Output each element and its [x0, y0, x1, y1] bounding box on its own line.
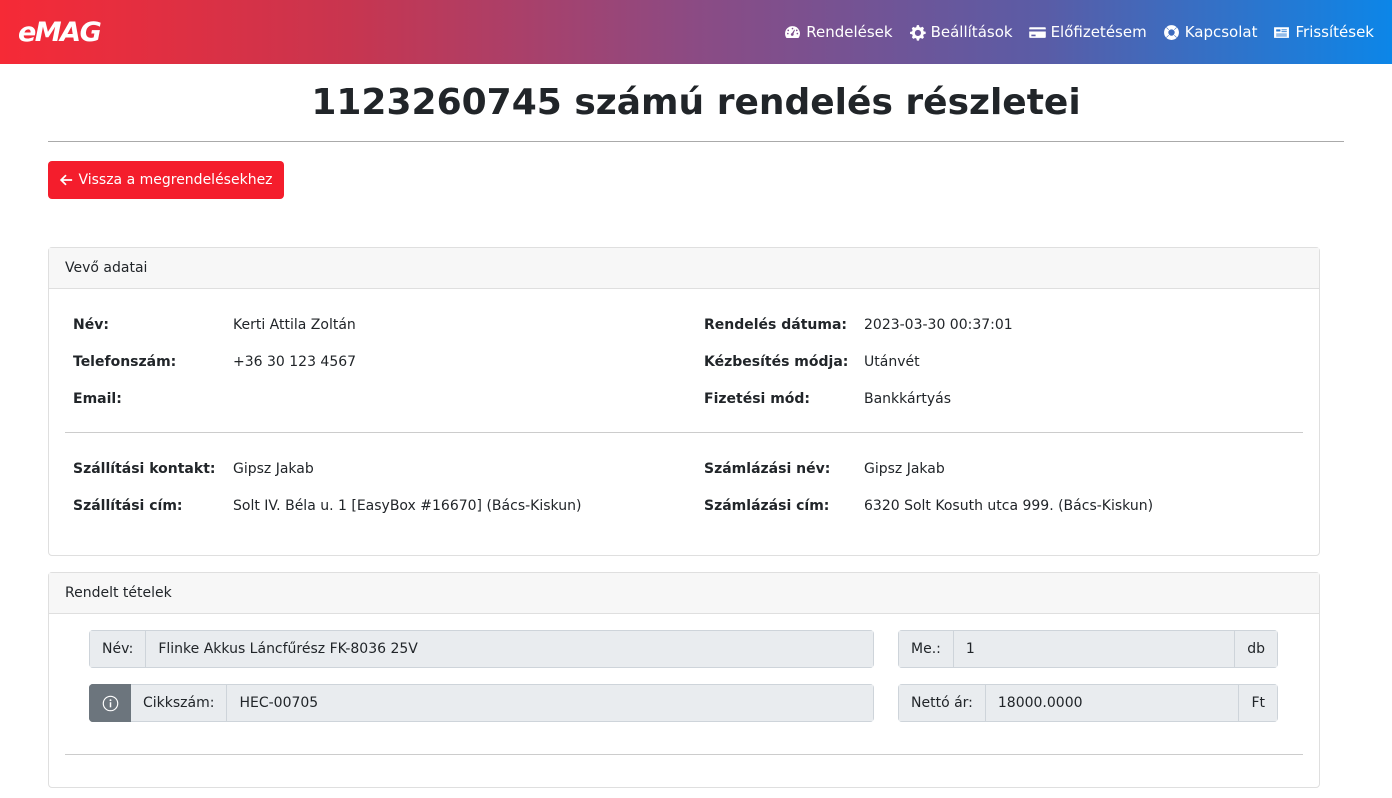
info-value: 2023-03-30 00:37:01 [864, 317, 1013, 333]
info-label: Rendelés dátuma: [704, 317, 848, 333]
info-label: Szállítási kontakt: [73, 461, 216, 477]
nav-item-orders[interactable]: Rendelések [784, 23, 893, 41]
credit-card-icon [1028, 26, 1046, 38]
nav-menu: Rendelések Beállítások Előfizetésem Kapc… [768, 23, 1374, 41]
nav-label: Beállítások [930, 23, 1013, 41]
ordered-items-card: Rendelt tételek Név: Flinke Akkus Láncfű… [48, 572, 1320, 788]
info-icon [102, 695, 118, 711]
nav-label: Kapcsolat [1184, 23, 1258, 41]
item-name-field[interactable]: Flinke Akkus Láncfűrész FK-8036 25V [146, 630, 874, 668]
gear-icon [909, 24, 926, 41]
info-label: Fizetési mód: [704, 391, 811, 407]
nav-label: Előfizetésem [1050, 23, 1147, 41]
newspaper-icon [1274, 26, 1290, 38]
info-label: Számlázási név: [704, 461, 831, 477]
info-value: Bankkártyás [864, 391, 952, 407]
card-header: Vevő adatai [49, 248, 1319, 289]
item-qty-unit: db [1235, 630, 1278, 668]
back-button-label: Vissza a megrendelésekhez [78, 172, 273, 188]
info-row-payment: Fizetési mód: Bankkártyás [704, 391, 951, 407]
info-label: Név: [73, 317, 109, 333]
item-sku-group: Cikkszám: HEC-00705 [89, 684, 874, 722]
info-row-phone: Telefonszám: +36 30 123 4567 [73, 354, 356, 370]
info-label: Szállítási cím: [73, 498, 183, 514]
info-row-shipping-contact: Szállítási kontakt: Gipsz Jakab [73, 461, 314, 477]
item-price-group: Nettó ár: 18000.0000 Ft [898, 684, 1278, 722]
item-sku-field[interactable]: HEC-00705 [227, 684, 874, 722]
dashboard-icon [785, 25, 801, 38]
item-sku-label: Cikkszám: [131, 684, 228, 722]
back-to-orders-button[interactable]: Vissza a megrendelésekhez [48, 161, 284, 199]
title-divider [48, 141, 1344, 142]
info-row-email: Email: [73, 391, 233, 407]
emag-logo[interactable]: eMAG [18, 17, 102, 48]
customer-info-card: Vevő adatai Név: Kerti Attila Zoltán Tel… [48, 247, 1320, 556]
item-price-field[interactable]: 18000.0000 [985, 684, 1240, 722]
info-row-billing-name: Számlázási név: Gipsz Jakab [704, 461, 945, 477]
item-qty-field[interactable]: 1 [953, 630, 1236, 668]
item-price-unit: Ft [1239, 684, 1278, 722]
nav-label: Frissítések [1295, 23, 1374, 41]
item-qty-label: Me.: [898, 630, 954, 668]
info-row-order-date: Rendelés dátuma: 2023-03-30 00:37:01 [704, 317, 1013, 333]
arrow-left-icon [60, 174, 73, 186]
info-value: Gipsz Jakab [864, 461, 945, 477]
info-row-name: Név: Kerti Attila Zoltán [73, 317, 356, 333]
info-row-shipping-address: Szállítási cím: Solt IV. Béla u. 1 [Easy… [73, 498, 581, 514]
info-label: Telefonszám: [73, 354, 177, 370]
info-row-billing-address: Számlázási cím: 6320 Solt Kosuth utca 99… [704, 498, 1153, 514]
item-qty-group: Me.: 1 db [898, 630, 1278, 668]
nav-label: Rendelések [806, 23, 893, 41]
nav-item-updates[interactable]: Frissítések [1273, 23, 1374, 41]
info-value: Utánvét [864, 354, 920, 370]
page-title: 1123260745 számú rendelés részletei [311, 82, 1081, 123]
lifebuoy-icon [1163, 24, 1179, 40]
info-value: 6320 Solt Kosuth utca 999. (Bács-Kiskun) [864, 498, 1154, 514]
info-label: Kézbesítés módja: [704, 354, 849, 370]
info-label: Számlázási cím: [704, 498, 830, 514]
item-name-label: Név: [89, 630, 147, 668]
info-button[interactable] [89, 684, 131, 722]
nav-item-subscription[interactable]: Előfizetésem [1028, 23, 1147, 41]
info-value: +36 30 123 4567 [233, 354, 357, 370]
section-divider [65, 432, 1303, 433]
item-divider [65, 754, 1303, 755]
item-name-group: Név: Flinke Akkus Láncfűrész FK-8036 25V [89, 630, 874, 668]
nav-item-contact[interactable]: Kapcsolat [1163, 23, 1258, 41]
info-value: Solt IV. Béla u. 1 [EasyBox #16670] (Bác… [233, 498, 582, 514]
card-header: Rendelt tételek [49, 573, 1319, 614]
info-value: Kerti Attila Zoltán [233, 317, 356, 333]
info-row-delivery: Kézbesítés módja: Utánvét [704, 354, 920, 370]
info-value: Gipsz Jakab [233, 461, 314, 477]
nav-item-settings[interactable]: Beállítások [909, 23, 1013, 41]
top-navbar: eMAG Rendelések Beállítások Előfizetésem… [0, 0, 1392, 64]
info-label: Email: [73, 391, 122, 407]
item-price-label: Nettó ár: [898, 684, 986, 722]
